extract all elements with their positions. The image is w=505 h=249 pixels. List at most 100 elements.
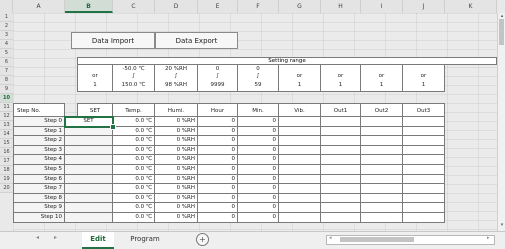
row-header[interactable]: 9 xyxy=(0,85,13,94)
scroll-right-icon[interactable]: ▸ xyxy=(487,235,490,241)
fill-handle[interactable] xyxy=(110,124,116,130)
hour-cell[interactable]: 0 xyxy=(198,155,238,165)
min-cell[interactable]: 0 xyxy=(238,165,279,175)
row-header[interactable]: 19 xyxy=(0,175,13,184)
set-cell[interactable] xyxy=(65,213,113,223)
vib-cell[interactable] xyxy=(279,203,321,213)
hour-cell[interactable]: 0 xyxy=(198,117,238,127)
set-cell[interactable] xyxy=(65,126,113,137)
row-header[interactable]: 7 xyxy=(0,67,13,76)
out2-cell[interactable] xyxy=(361,193,403,204)
row-header[interactable]: 10 xyxy=(0,94,13,103)
humi-cell[interactable]: 0 %RH xyxy=(155,155,198,165)
row-header[interactable]: 14 xyxy=(0,130,13,139)
column-header-a[interactable]: A xyxy=(13,0,65,13)
tab-program[interactable]: Program xyxy=(119,232,171,247)
temp-cell[interactable]: 0.0 ℃ xyxy=(113,136,155,146)
out1-cell[interactable] xyxy=(321,136,361,146)
row-header[interactable]: 16 xyxy=(0,148,13,157)
hour-cell[interactable]: 0 xyxy=(198,193,238,204)
out1-cell[interactable] xyxy=(321,203,361,213)
out2-cell[interactable] xyxy=(361,203,403,213)
horizontal-scroll-thumb[interactable] xyxy=(340,237,414,242)
vib-cell[interactable] xyxy=(279,155,321,165)
temp-cell[interactable]: 0.0 ℃ xyxy=(113,193,155,204)
out1-cell[interactable] xyxy=(321,174,361,185)
column-header-g[interactable]: G xyxy=(279,0,321,13)
out1-cell[interactable] xyxy=(321,213,361,223)
out3-cell[interactable] xyxy=(403,155,445,165)
row-header[interactable]: 20 xyxy=(0,184,13,193)
row-header[interactable]: 18 xyxy=(0,166,13,175)
out2-cell[interactable] xyxy=(361,117,403,127)
column-header-b[interactable]: B xyxy=(65,0,113,13)
out3-cell[interactable] xyxy=(403,145,445,156)
min-cell[interactable]: 0 xyxy=(238,174,279,185)
column-header-i[interactable]: I xyxy=(361,0,403,13)
out3-cell[interactable] xyxy=(403,165,445,175)
set-cell[interactable] xyxy=(65,174,113,185)
out1-cell[interactable] xyxy=(321,145,361,156)
row-header[interactable]: 15 xyxy=(0,139,13,148)
data-import-button[interactable]: Data Import xyxy=(71,32,155,49)
out3-cell[interactable] xyxy=(403,174,445,185)
out2-cell[interactable] xyxy=(361,174,403,185)
column-header-k[interactable]: K xyxy=(445,0,497,13)
min-cell[interactable]: 0 xyxy=(238,213,279,223)
humi-cell[interactable]: 0 %RH xyxy=(155,145,198,156)
hour-cell[interactable]: 0 xyxy=(198,126,238,137)
row-header[interactable]: 3 xyxy=(0,31,13,40)
vertical-scrollbar[interactable]: ▴ ▾ xyxy=(497,13,505,231)
humi-cell[interactable]: 0 %RH xyxy=(155,174,198,185)
column-header-f[interactable]: F xyxy=(238,0,279,13)
out2-cell[interactable] xyxy=(361,126,403,137)
min-cell[interactable]: 0 xyxy=(238,126,279,137)
tab-edit[interactable]: Edit xyxy=(82,232,114,249)
row-header[interactable]: 17 xyxy=(0,157,13,166)
out2-cell[interactable] xyxy=(361,145,403,156)
out2-cell[interactable] xyxy=(361,155,403,165)
row-header[interactable]: 12 xyxy=(0,112,13,121)
set-cell[interactable]: SET xyxy=(64,116,114,128)
out1-cell[interactable] xyxy=(321,126,361,137)
vib-cell[interactable] xyxy=(279,145,321,156)
out3-cell[interactable] xyxy=(403,126,445,137)
temp-cell[interactable]: 0.0 ℃ xyxy=(113,213,155,223)
data-export-button[interactable]: Data Export xyxy=(155,32,238,49)
temp-cell[interactable]: 0.0 ℃ xyxy=(113,117,155,127)
min-cell[interactable]: 0 xyxy=(238,184,279,194)
set-cell[interactable] xyxy=(65,165,113,175)
set-cell[interactable] xyxy=(65,193,113,204)
row-header[interactable]: 13 xyxy=(0,121,13,130)
set-cell[interactable] xyxy=(65,145,113,156)
humi-cell[interactable]: 0 %RH xyxy=(155,213,198,223)
min-cell[interactable]: 0 xyxy=(238,155,279,165)
min-cell[interactable]: 0 xyxy=(238,203,279,213)
row-header[interactable]: 2 xyxy=(0,22,13,31)
min-cell[interactable]: 0 xyxy=(238,117,279,127)
column-header-j[interactable]: J xyxy=(403,0,445,13)
row-header[interactable]: 1 xyxy=(0,13,13,22)
humi-cell[interactable]: 0 %RH xyxy=(155,203,198,213)
vertical-scroll-thumb[interactable] xyxy=(499,19,504,45)
next-sheet-icon[interactable]: ▸ xyxy=(54,234,57,241)
vib-cell[interactable] xyxy=(279,136,321,146)
temp-cell[interactable]: 0.0 ℃ xyxy=(113,165,155,175)
humi-cell[interactable]: 0 %RH xyxy=(155,136,198,146)
vib-cell[interactable] xyxy=(279,126,321,137)
row-header[interactable]: 5 xyxy=(0,49,13,58)
vib-cell[interactable] xyxy=(279,213,321,223)
out1-cell[interactable] xyxy=(321,155,361,165)
out1-cell[interactable] xyxy=(321,165,361,175)
prev-sheet-icon[interactable]: ◂ xyxy=(36,234,39,241)
select-all-corner[interactable] xyxy=(0,0,13,13)
out3-cell[interactable] xyxy=(403,184,445,194)
column-header-c[interactable]: C xyxy=(113,0,155,13)
column-header-d[interactable]: D xyxy=(155,0,198,13)
out3-cell[interactable] xyxy=(403,203,445,213)
row-header[interactable]: 6 xyxy=(0,58,13,67)
vib-cell[interactable] xyxy=(279,184,321,194)
out3-cell[interactable] xyxy=(403,117,445,127)
set-cell[interactable] xyxy=(65,155,113,165)
hour-cell[interactable]: 0 xyxy=(198,145,238,156)
